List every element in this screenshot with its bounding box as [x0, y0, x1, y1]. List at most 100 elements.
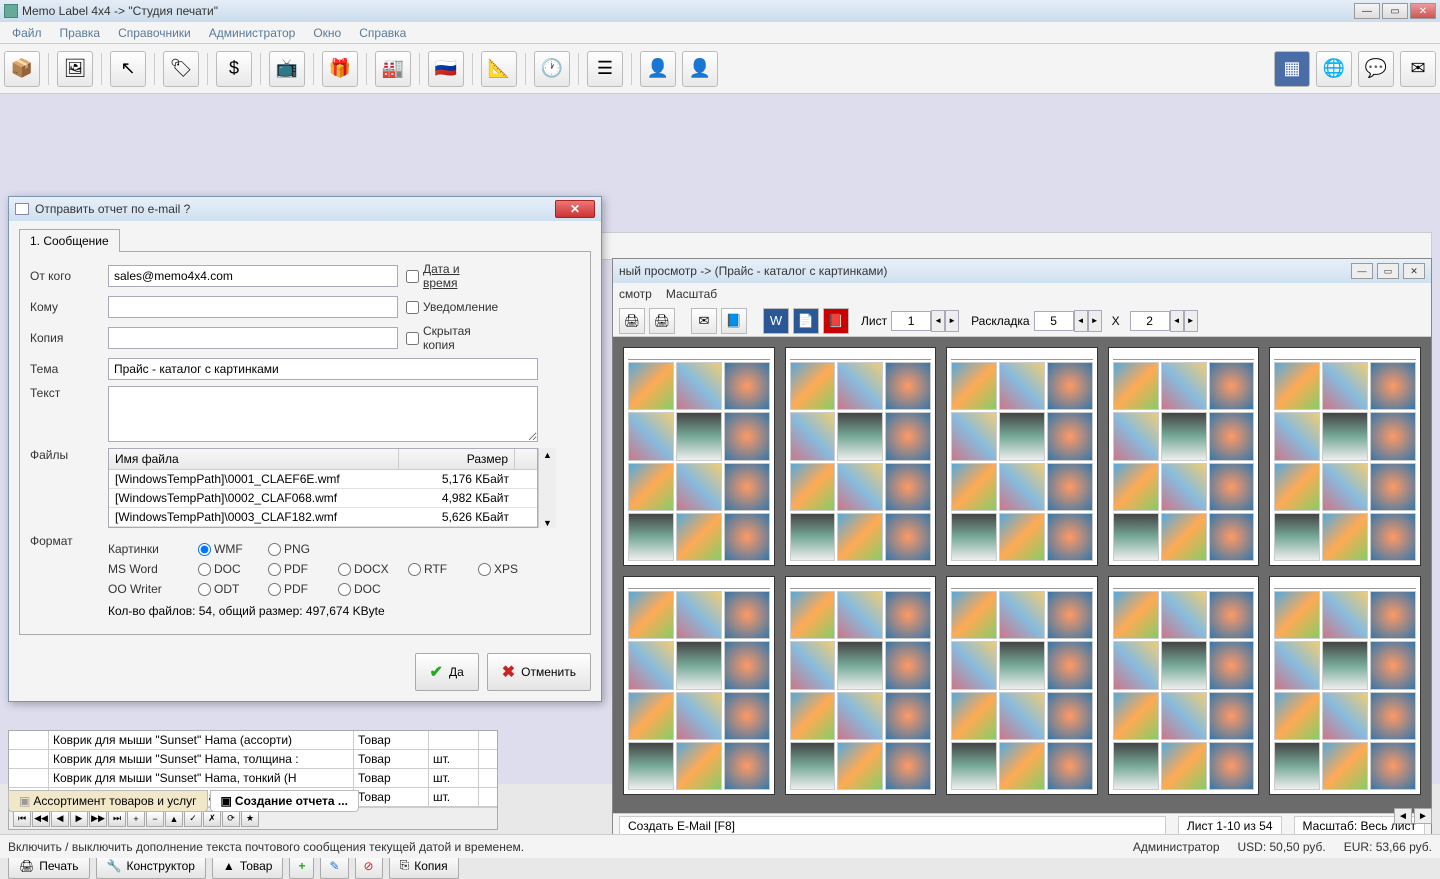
table-row: Коврик для мыши "Sunset" Hama, тонкий (Н… — [9, 769, 497, 788]
sheet-next[interactable]: ► — [945, 310, 959, 332]
cc-input[interactable] — [108, 327, 398, 349]
maximize-button[interactable]: ▭ — [1382, 3, 1408, 19]
gift-icon[interactable]: 🎁 — [322, 51, 358, 87]
nav-prev[interactable]: ◀ — [51, 811, 69, 827]
nav-add[interactable]: + — [127, 811, 145, 827]
menu-file[interactable]: Файл — [4, 24, 50, 42]
preview-close[interactable]: ✕ — [1403, 263, 1425, 279]
menu-edit[interactable]: Правка — [52, 24, 109, 42]
minimize-button[interactable]: — — [1354, 3, 1380, 19]
dialog-close-button[interactable]: ✕ — [555, 200, 595, 218]
ruler-icon[interactable]: 📐 — [481, 51, 517, 87]
body-label: Текст — [30, 386, 100, 400]
radio-doc2[interactable] — [338, 583, 351, 596]
cancel-button[interactable]: ✖Отменить — [487, 653, 591, 691]
preview-minimize[interactable]: — — [1351, 263, 1373, 279]
word-icon[interactable]: W — [763, 308, 789, 334]
tab-assortment[interactable]: ▣ Ассортимент товаров и услуг — [8, 790, 208, 812]
col-filename: Имя файла — [109, 449, 399, 469]
menu-admin[interactable]: Администратор — [201, 24, 304, 42]
files-grid[interactable]: Имя файла Размер [WindowsTempPath]\0001_… — [108, 448, 538, 528]
tabs-scroll-left[interactable]: ◄ — [1394, 808, 1412, 824]
tab-report[interactable]: ▣ Создание отчета ... — [210, 790, 359, 812]
radio-rtf[interactable] — [408, 563, 421, 576]
subject-input[interactable] — [108, 358, 538, 380]
subject-label: Тема — [30, 362, 100, 376]
datetime-checkbox[interactable] — [406, 270, 419, 283]
list-icon[interactable]: ☰ — [587, 51, 623, 87]
statusbar: Включить / выключить дополнение текста п… — [0, 834, 1440, 858]
radio-xps[interactable] — [478, 563, 491, 576]
chat-icon[interactable]: 💬 — [1358, 51, 1394, 87]
nav-cancel[interactable]: ✗ — [203, 811, 221, 827]
nav-del[interactable]: − — [146, 811, 164, 827]
window-title: Memo Label 4x4 -> "Студия печати" — [22, 4, 218, 18]
sheet-input[interactable] — [891, 311, 931, 331]
table-row: Коврик для мыши "Sunset" Hama, толщина :… — [9, 750, 497, 769]
layout-cols[interactable] — [1034, 311, 1074, 331]
box-icon[interactable]: 📦 — [4, 51, 40, 87]
preview-menu-zoom[interactable]: Масштаб — [666, 287, 717, 301]
mail-icon[interactable]: ✉ — [691, 308, 717, 334]
nav-edit[interactable]: ▲ — [165, 811, 183, 827]
ok-button[interactable]: ✔Да — [415, 653, 479, 691]
layout-rows[interactable] — [1130, 311, 1170, 331]
nav-next[interactable]: ▶ — [70, 811, 88, 827]
tabs-scroll-right[interactable]: ► — [1414, 808, 1432, 824]
user-male-icon[interactable]: 👤 — [640, 51, 676, 87]
print-icon[interactable]: 🖨 — [619, 308, 645, 334]
radio-png[interactable] — [268, 543, 281, 556]
bcc-checkbox[interactable] — [406, 332, 419, 345]
book-icon[interactable]: 📘 — [721, 308, 747, 334]
clock-icon[interactable]: 🕐 — [534, 51, 570, 87]
radio-docx[interactable] — [338, 563, 351, 576]
dialog-title: Отправить отчет по e-mail ? — [35, 202, 190, 216]
tag-icon[interactable]: 🏷 — [163, 51, 199, 87]
mail-icon[interactable]: ✉ — [1400, 51, 1436, 87]
status-eur: EUR: 53,66 руб. — [1344, 840, 1432, 854]
nav-prev-page[interactable]: ◀◀ — [32, 811, 50, 827]
tv-icon[interactable]: 📺 — [269, 51, 305, 87]
nav-next-page[interactable]: ▶▶ — [89, 811, 107, 827]
radio-pdf2[interactable] — [268, 583, 281, 596]
preview-menu-view[interactable]: смотр — [619, 287, 652, 301]
factory-icon[interactable]: 🏭 — [375, 51, 411, 87]
page-thumb — [1269, 347, 1421, 566]
nav-ok[interactable]: ✓ — [184, 811, 202, 827]
cursor-icon[interactable]: ↖ — [110, 51, 146, 87]
nav-bookmark[interactable]: ★ — [241, 811, 259, 827]
radio-pdf[interactable] — [268, 563, 281, 576]
nav-refresh[interactable]: ⟳ — [222, 811, 240, 827]
to-input[interactable] — [108, 296, 398, 318]
files-scrollbar[interactable]: ▲▼ — [538, 448, 556, 528]
dollar-icon[interactable]: $ — [216, 51, 252, 87]
preview-maximize[interactable]: ▭ — [1377, 263, 1399, 279]
menu-window[interactable]: Окно — [305, 24, 349, 42]
menu-help[interactable]: Справка — [351, 24, 414, 42]
col-size: Размер — [399, 449, 515, 469]
globe-icon[interactable]: 🌐 — [1316, 51, 1352, 87]
print-cancel-icon[interactable]: 🖨 — [649, 308, 675, 334]
radio-wmf[interactable] — [198, 543, 211, 556]
tab-message[interactable]: 1. Сообщение — [19, 229, 120, 252]
stamp-icon[interactable]: ▦ — [1274, 51, 1310, 87]
close-button[interactable]: ✕ — [1410, 3, 1436, 19]
items-grid[interactable]: Коврик для мыши "Sunset" Hama (ассорти)Т… — [8, 730, 498, 830]
pdf-icon[interactable]: 📕 — [823, 308, 849, 334]
flag-icon[interactable]: 🇷🇺 — [428, 51, 464, 87]
menu-catalog[interactable]: Справочники — [110, 24, 199, 42]
sheet-prev[interactable]: ◄ — [931, 310, 945, 332]
nav-last[interactable]: ⏭ — [108, 811, 126, 827]
nav-first[interactable]: ⏮ — [13, 811, 31, 827]
radio-odt[interactable] — [198, 583, 211, 596]
from-input[interactable] — [108, 265, 398, 287]
status-create-email: Создать E-Mail [F8] — [619, 816, 1166, 836]
body-textarea[interactable] — [108, 386, 538, 442]
thumbnail-grid[interactable] — [613, 337, 1431, 805]
notify-checkbox[interactable] — [406, 301, 419, 314]
user-female-icon[interactable]: 👤 — [682, 51, 718, 87]
radio-doc[interactable] — [198, 563, 211, 576]
image-icon[interactable]: 🖼 — [57, 51, 93, 87]
doc-icon[interactable]: 📄 — [793, 308, 819, 334]
bcc-label: Скрытая копия — [423, 324, 476, 352]
